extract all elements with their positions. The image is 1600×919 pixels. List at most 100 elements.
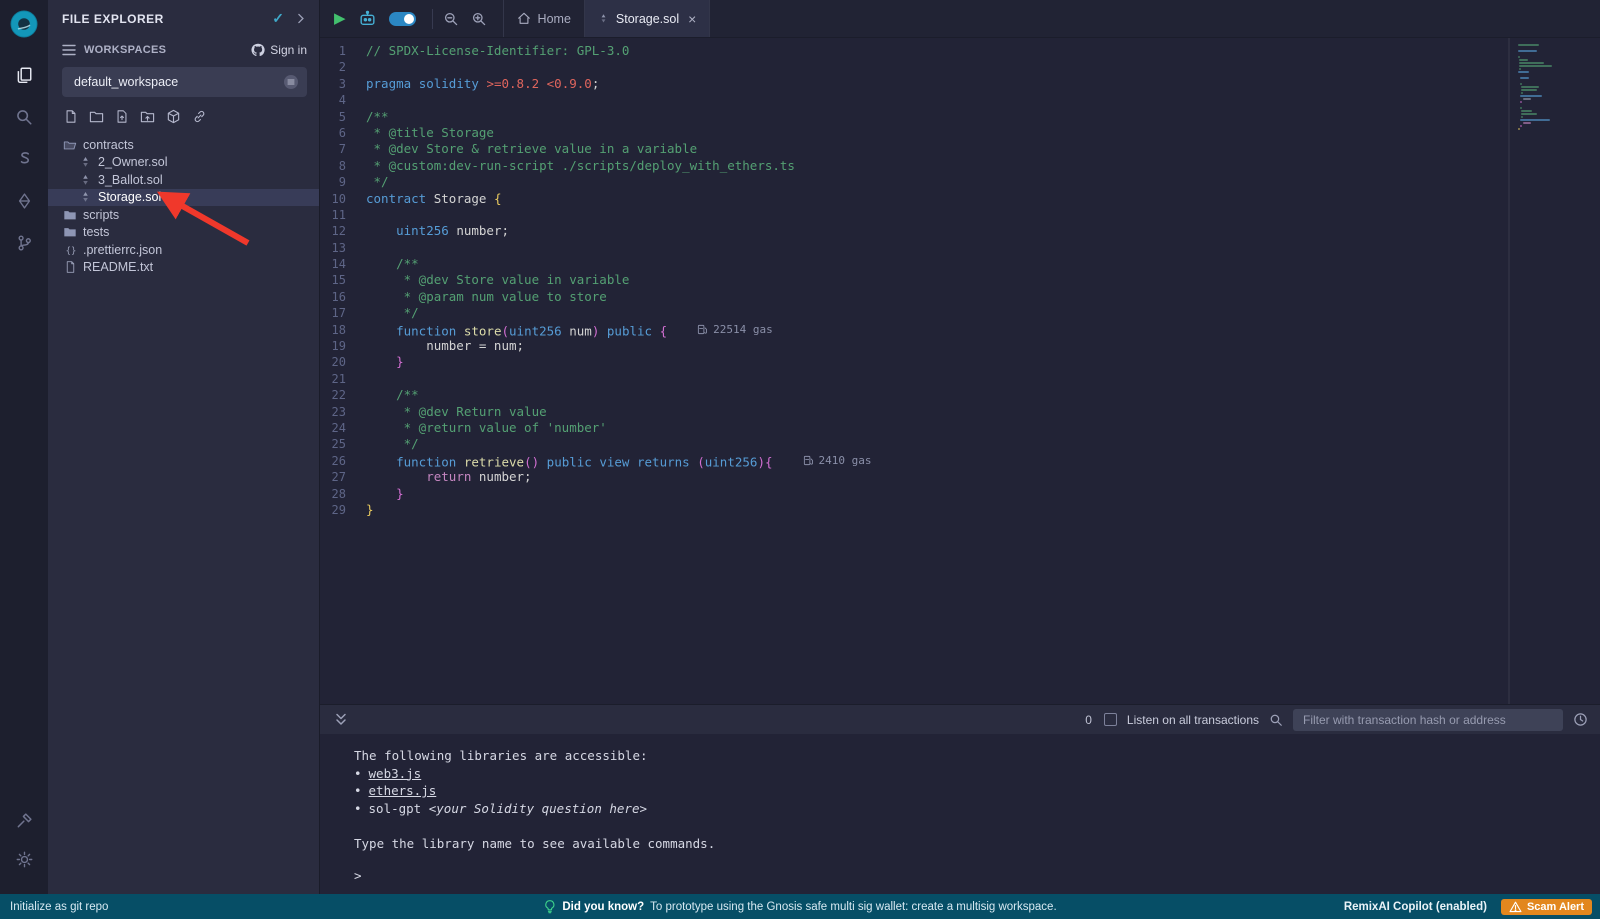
gas-estimate-badge: 2410 gas [803, 453, 872, 469]
search-icon[interactable] [15, 108, 33, 126]
file-tree: contracts2_Owner.sol3_Ballot.sol Storage.… [48, 132, 319, 276]
tab-storage-sol[interactable]: Storage.sol × [584, 0, 710, 37]
deploy-run-icon[interactable] [16, 192, 33, 210]
history-clock-icon[interactable] [1573, 712, 1588, 727]
code-line[interactable]: 29} [320, 502, 1600, 518]
code-line[interactable]: 28 } [320, 486, 1600, 502]
remix-logo-icon[interactable] [8, 8, 40, 40]
code-line[interactable]: 25 */ [320, 436, 1600, 452]
create-folder-icon[interactable] [89, 109, 104, 124]
terminal-line: Type the library name to see available c… [354, 835, 1600, 853]
sign-in-button[interactable]: Sign in [251, 43, 307, 57]
code-line[interactable]: 24 * @return value of 'number' [320, 420, 1600, 436]
line-number: 5 [320, 109, 366, 125]
code-line[interactable]: 23 * @dev Return value [320, 404, 1600, 420]
line-number: 14 [320, 256, 366, 272]
tree-item-label: 3_Ballot.sol [98, 173, 163, 187]
scam-alert-button[interactable]: Scam Alert [1501, 899, 1592, 915]
code-line[interactable]: 13 [320, 240, 1600, 256]
line-number: 6 [320, 125, 366, 141]
create-file-icon[interactable] [64, 109, 78, 124]
code-line[interactable]: 8 * @custom:dev-run-script ./scripts/dep… [320, 158, 1600, 174]
tree-item-tests[interactable]: tests [48, 224, 319, 242]
code-line[interactable]: 27 return number; [320, 469, 1600, 485]
code-line[interactable]: 2 [320, 59, 1600, 75]
zoom-in-icon[interactable] [471, 11, 487, 27]
code-line[interactable]: 22 /** [320, 387, 1600, 403]
terminal-link[interactable]: web3.js [369, 766, 422, 781]
code-line[interactable]: 17 */ [320, 305, 1600, 321]
git-branch-icon[interactable] [16, 234, 33, 252]
line-number: 26 [320, 453, 366, 469]
expand-terminal-icon[interactable] [334, 713, 348, 726]
check-icon[interactable]: ✓ [272, 10, 284, 27]
upload-folder-icon[interactable] [140, 109, 155, 124]
code-line[interactable]: 10contract Storage { [320, 191, 1600, 207]
file-actions-toolbar [48, 107, 319, 132]
svg-text:{}: {} [65, 246, 76, 256]
transaction-filter-input[interactable] [1293, 709, 1563, 731]
code-line[interactable]: 11 [320, 207, 1600, 223]
line-number: 11 [320, 207, 366, 223]
tree-item-storage-sol[interactable]: Storage.sol [48, 189, 319, 207]
code-line[interactable]: 12 uint256 number; [320, 223, 1600, 239]
code-line[interactable]: 5/** [320, 109, 1600, 125]
settings-gear-icon[interactable] [16, 851, 33, 868]
line-number: 20 [320, 354, 366, 370]
tree-item-3-ballot-sol[interactable]: 3_Ballot.sol [48, 171, 319, 189]
terminal-prompt[interactable]: > [354, 868, 362, 883]
code-line[interactable]: 14 /** [320, 256, 1600, 272]
editor-scrollbar[interactable] [1508, 38, 1510, 704]
code-line[interactable]: 16 * @param num value to store [320, 289, 1600, 305]
code-line[interactable]: 9 */ [320, 174, 1600, 190]
run-script-button[interactable]: ▶ [334, 11, 346, 26]
zoom-out-icon[interactable] [443, 11, 459, 27]
code-line[interactable]: 20 } [320, 354, 1600, 370]
code-line[interactable]: 21 [320, 371, 1600, 387]
solidity-compiler-icon[interactable] [16, 150, 33, 168]
code-line[interactable]: 4 [320, 92, 1600, 108]
terminal-search-icon[interactable] [1269, 713, 1283, 727]
home-icon [517, 12, 531, 25]
file-explorer-icon[interactable] [15, 66, 33, 84]
tree-item-2-owner-sol[interactable]: 2_Owner.sol [48, 154, 319, 172]
listen-all-transactions-checkbox[interactable] [1104, 713, 1117, 726]
code-line[interactable]: 6 * @title Storage [320, 125, 1600, 141]
copilot-toggle[interactable] [389, 12, 416, 26]
code-line[interactable]: 26 function retrieve() public view retur… [320, 453, 1600, 469]
code-line[interactable]: 19 number = num; [320, 338, 1600, 354]
publish-ipfs-cube-icon[interactable] [166, 109, 181, 124]
tab-home[interactable]: Home [503, 0, 584, 37]
line-number: 22 [320, 387, 366, 403]
line-number: 21 [320, 371, 366, 387]
icon-sidebar [0, 0, 48, 894]
workspace-options-icon[interactable] [283, 74, 299, 90]
terminal[interactable]: The following libraries are accessible:•… [320, 734, 1600, 894]
tree-item--prettierrc-json[interactable]: {}.prettierrc.json [48, 241, 319, 259]
copilot-status[interactable]: RemixAI Copilot (enabled) [1344, 901, 1487, 913]
line-number: 24 [320, 420, 366, 436]
tree-item-label: Storage.sol [98, 190, 161, 204]
folder-icon [62, 208, 78, 222]
close-tab-icon[interactable]: × [688, 12, 696, 26]
tree-item-scripts[interactable]: scripts [48, 206, 319, 224]
upload-file-icon[interactable] [115, 109, 129, 124]
minimap[interactable] [1514, 41, 1588, 131]
code-line[interactable]: 3pragma solidity >=0.8.2 <0.9.0; [320, 76, 1600, 92]
link-icon[interactable] [192, 109, 207, 124]
code-line[interactable]: 18 function store(uint256 num) public {2… [320, 322, 1600, 338]
tree-item-readme-txt[interactable]: README.txt [48, 259, 319, 277]
code-line[interactable]: 1// SPDX-License-Identifier: GPL-3.0 [320, 43, 1600, 59]
code-line[interactable]: 7 * @dev Store & retrieve value in a var… [320, 141, 1600, 157]
git-init-button[interactable]: Initialize as git repo [10, 901, 108, 913]
tab-label: Storage.sol [616, 12, 679, 26]
tree-item-contracts[interactable]: contracts [48, 136, 319, 154]
code-line[interactable]: 15 * @dev Store value in variable [320, 272, 1600, 288]
code-editor[interactable]: 1// SPDX-License-Identifier: GPL-3.023pr… [320, 38, 1600, 704]
workspaces-menu-icon[interactable] [62, 44, 76, 56]
workspace-select[interactable]: default_workspace [62, 67, 307, 97]
terminal-link[interactable]: ethers.js [369, 783, 437, 798]
chevron-right-icon[interactable] [294, 12, 307, 25]
hammer-icon[interactable] [16, 812, 33, 829]
ai-assistant-robot-icon[interactable] [358, 10, 377, 27]
